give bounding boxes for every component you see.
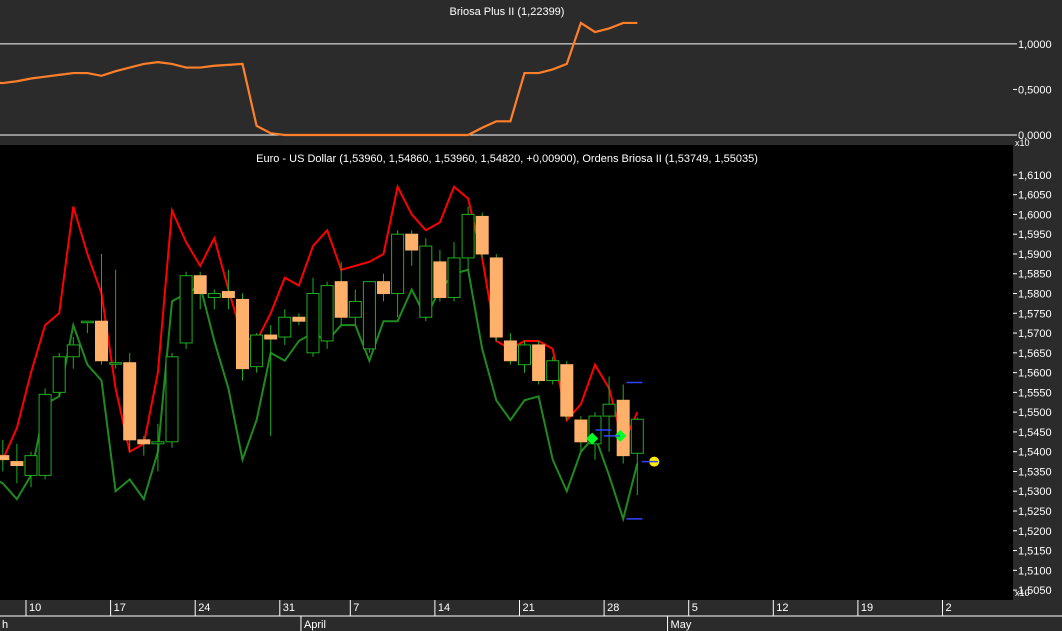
month-label: h — [2, 619, 8, 631]
y-tick-label: 1,5350 — [1018, 466, 1052, 478]
candle-up — [179, 275, 193, 344]
month-label: April — [304, 619, 326, 631]
candle-down — [503, 340, 517, 362]
month-label: May — [671, 619, 692, 631]
candle-up — [24, 455, 38, 476]
chart-canvas: Briosa Plus II (1,22399) Euro - US Dolla… — [0, 0, 1062, 631]
candle-up — [630, 418, 644, 454]
y-tick-label: 1,5550 — [1018, 387, 1052, 399]
candle-down — [292, 316, 306, 322]
x-tick-label: 7 — [353, 602, 359, 614]
x-tick-label: 28 — [607, 602, 619, 614]
y-tick-label: 1,5650 — [1018, 348, 1052, 360]
y-tick-label: 1,5200 — [1018, 526, 1052, 538]
candle-up — [52, 356, 66, 393]
candle-down — [123, 362, 137, 441]
candle-up — [320, 285, 334, 342]
y-tick-label: 1,5500 — [1018, 407, 1052, 419]
candle-up — [447, 257, 461, 298]
candle-down — [405, 233, 419, 251]
candle-up — [602, 403, 616, 417]
candle-down — [334, 281, 348, 318]
candle-up — [419, 245, 433, 318]
top-panel-background — [0, 0, 1013, 145]
candle-down — [616, 399, 630, 457]
candle-down — [95, 320, 108, 362]
candle-up — [348, 300, 362, 318]
top-axis-background — [1013, 0, 1062, 145]
candle-down — [0, 455, 10, 461]
y-tick-label: 0,5000 — [1018, 84, 1052, 96]
main-panel-background — [0, 145, 1013, 600]
x-tick-label: 21 — [523, 602, 535, 614]
main-panel-title: Euro - US Dollar (1,53960, 1,54860, 1,53… — [256, 153, 758, 165]
x-tick-label: 19 — [861, 602, 873, 614]
x-tick-label: 12 — [776, 602, 788, 614]
candle-down — [221, 291, 235, 298]
x-tick-label: 10 — [29, 602, 41, 614]
x-tick-label: 17 — [114, 602, 126, 614]
y-tick-label: 1,6000 — [1018, 209, 1052, 221]
y-tick-label: 1,5150 — [1018, 546, 1052, 558]
y-tick-label: 1,5850 — [1018, 269, 1052, 281]
candle-up — [38, 393, 52, 476]
y-tick-label: 1,5100 — [1018, 565, 1052, 577]
y-tick-label: 1,5450 — [1018, 427, 1052, 439]
candle-up — [80, 320, 94, 324]
candle-down — [574, 419, 588, 443]
y-tick-label: 1,5950 — [1018, 229, 1052, 241]
y-tick-label: 1,5700 — [1018, 328, 1052, 340]
candle-up — [546, 360, 560, 382]
candle-down — [433, 261, 447, 298]
candle-down — [560, 364, 574, 417]
candle-down — [264, 334, 278, 340]
candle-up — [109, 362, 123, 365]
candle-up — [518, 344, 531, 366]
x-tick-label: 31 — [283, 602, 295, 614]
x-tick-label: 5 — [692, 602, 698, 614]
briosa-panel-title: Briosa Plus II (1,22399) — [450, 6, 565, 18]
y-tick-label: 1,5250 — [1018, 506, 1052, 518]
y-tick-label: 1,5300 — [1018, 486, 1052, 498]
candle-down — [137, 439, 151, 445]
y-tick-label: 1,6050 — [1018, 190, 1052, 202]
candle-down — [489, 257, 503, 338]
x-tick-label: 14 — [438, 602, 450, 614]
candle-up — [461, 213, 475, 259]
y-tick-label: 1,0000 — [1018, 39, 1052, 51]
candle-up — [165, 356, 179, 443]
candle-down — [475, 215, 489, 255]
candle-up — [362, 281, 376, 350]
candle-up — [66, 344, 80, 358]
candle-down — [236, 298, 249, 370]
y-tick-label: 1,5400 — [1018, 447, 1052, 459]
candle-down — [377, 281, 390, 295]
candle-up — [278, 316, 292, 338]
y-tick-label: 1,5800 — [1018, 289, 1052, 301]
x-tick-label: 24 — [198, 602, 210, 614]
x-tick-label: 2 — [946, 602, 952, 614]
candle-up — [151, 441, 165, 445]
candle-down — [193, 275, 207, 295]
y-tick-label: 1,5900 — [1018, 249, 1052, 261]
y-tick-label: 1,6100 — [1018, 170, 1052, 182]
y-tick-label: 1,5750 — [1018, 308, 1052, 320]
candle-up — [207, 293, 221, 298]
candle-down — [532, 344, 546, 382]
y-tick-label: 1,5600 — [1018, 368, 1052, 380]
candle-up — [306, 293, 320, 354]
candle-up — [391, 233, 405, 295]
y-tick-label: 1,5050 — [1018, 585, 1052, 597]
candle-up — [250, 334, 264, 368]
y-tick-label: 0,0000 — [1018, 130, 1052, 142]
candle-down — [10, 461, 24, 467]
